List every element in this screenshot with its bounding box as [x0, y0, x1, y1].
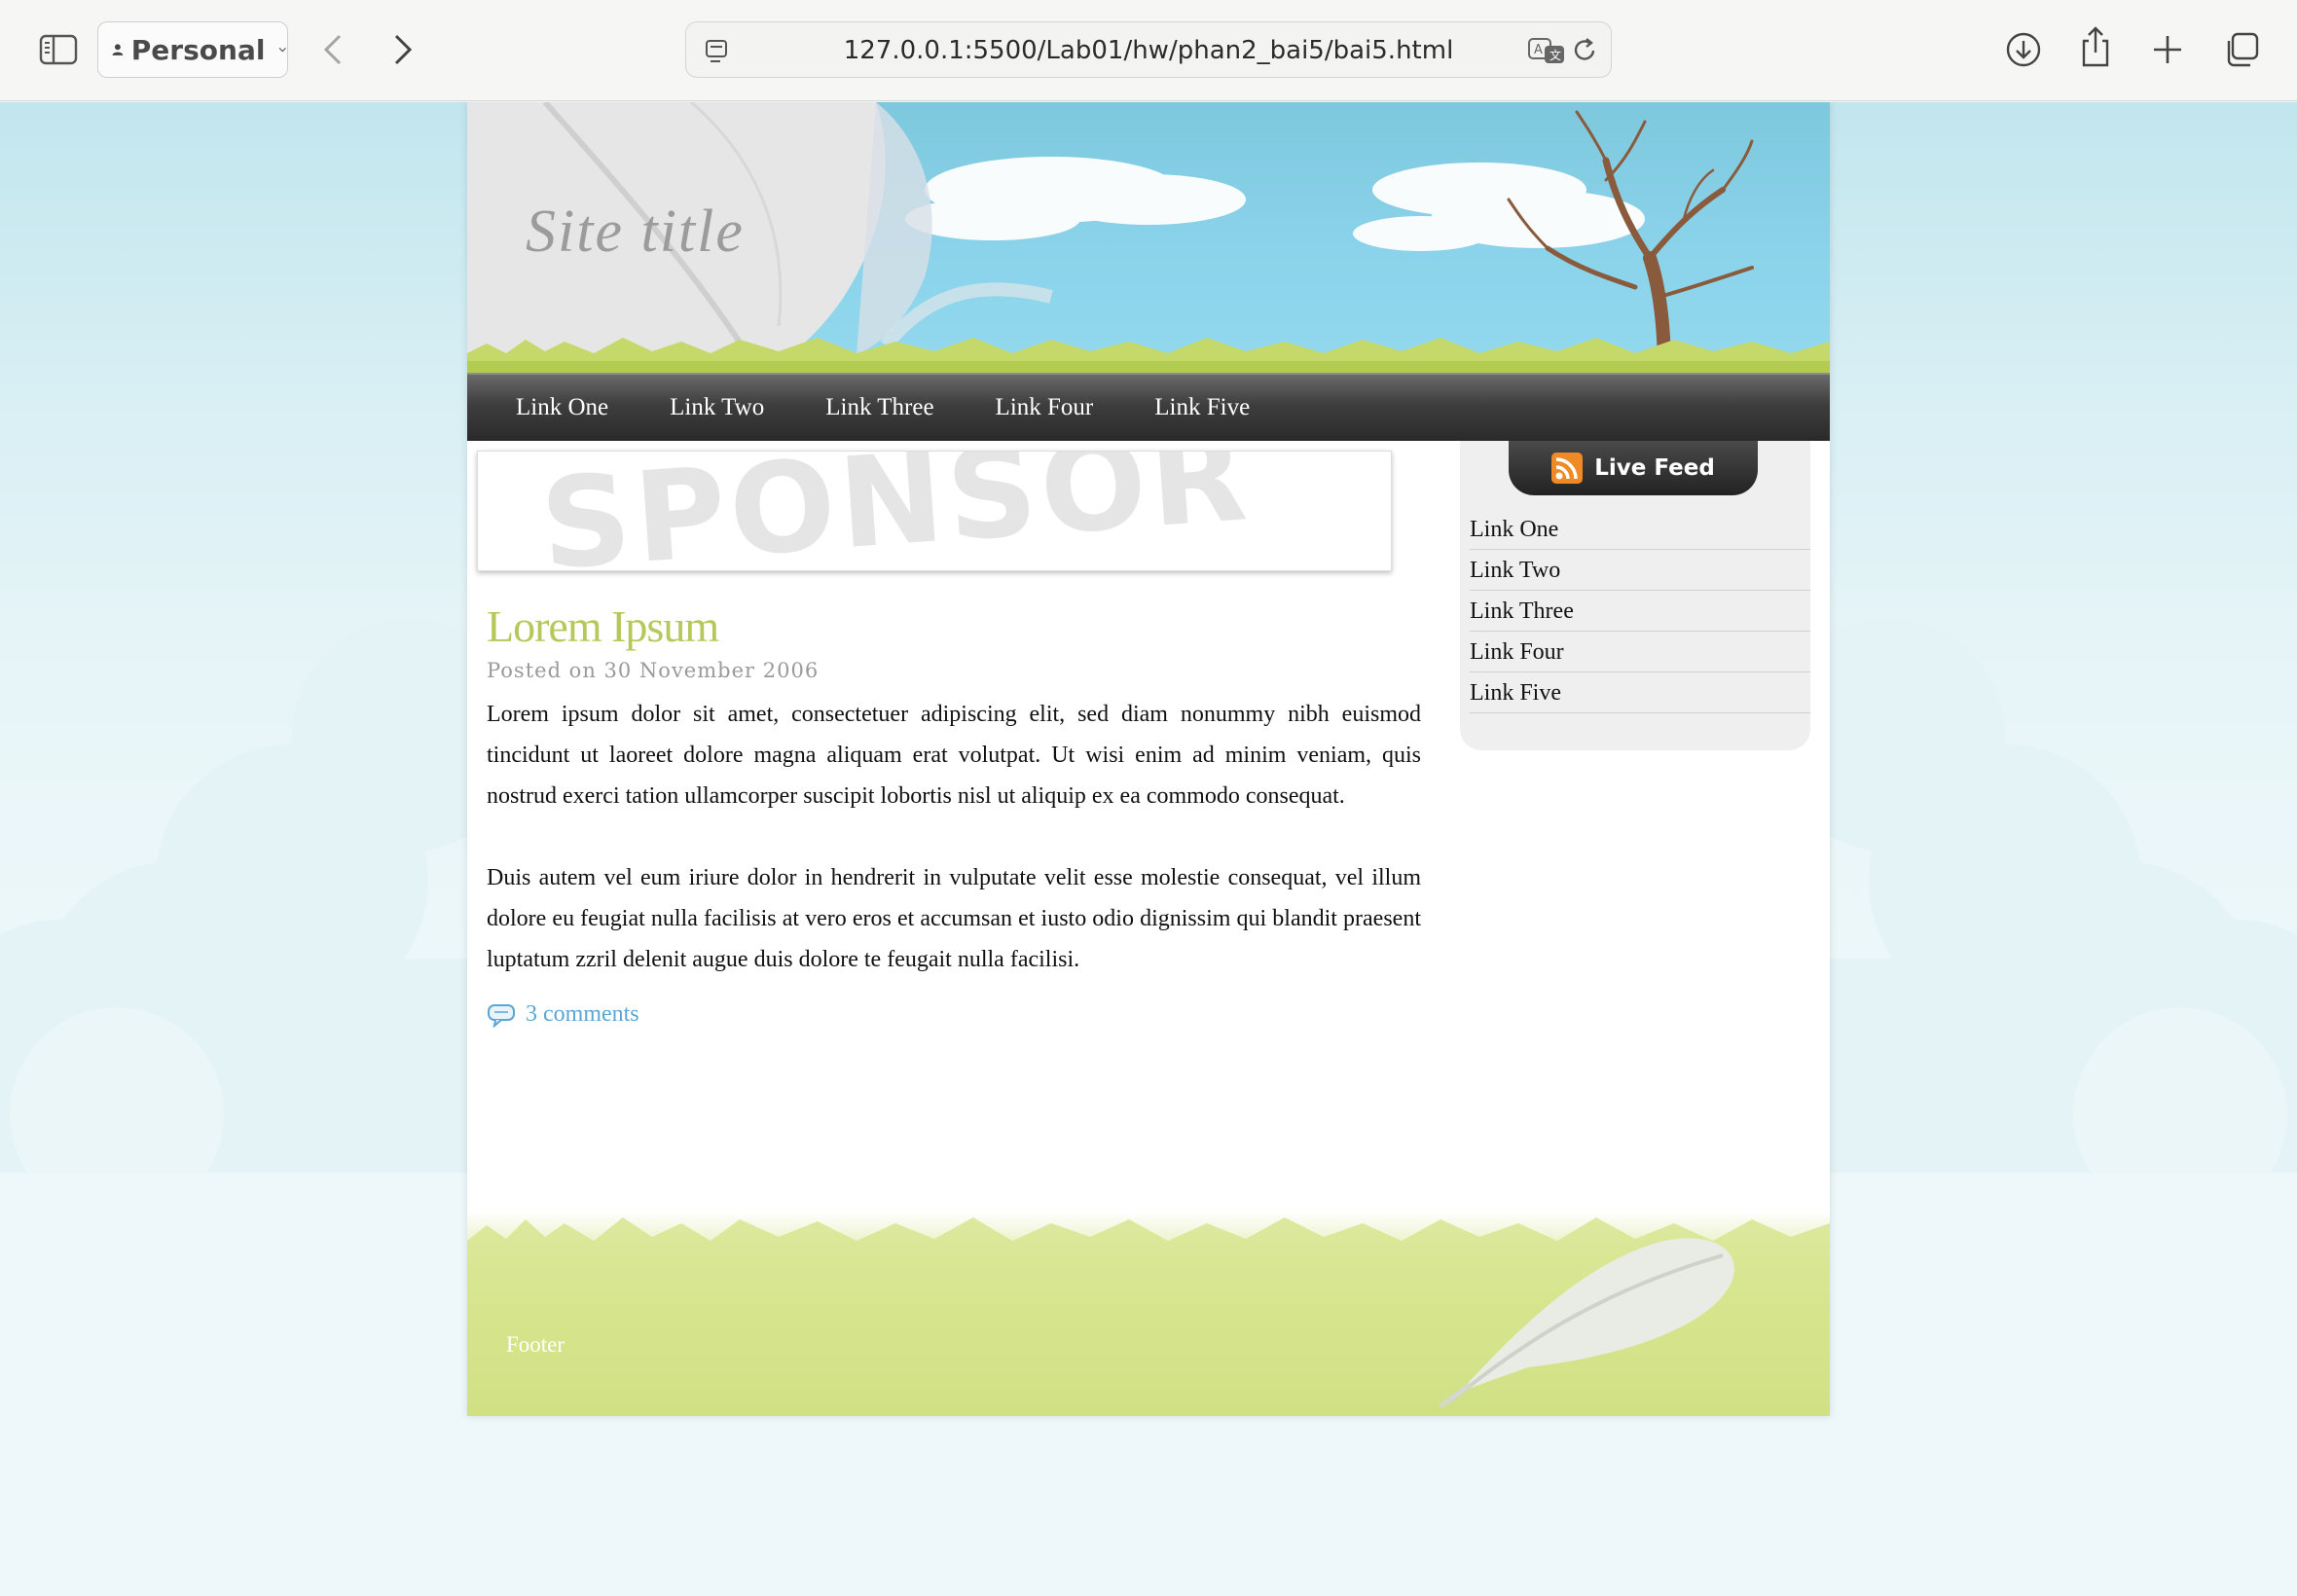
post-date: Posted on 30 November 2006 [487, 659, 820, 682]
rss-icon [1551, 453, 1584, 484]
footer-text: Footer [506, 1332, 565, 1357]
site-header: Site title [467, 102, 1830, 373]
plus-icon[interactable] [2151, 33, 2184, 66]
sidebar-link-two[interactable]: Link Two [1470, 550, 1810, 591]
sponsor-text: SPONSOR [536, 451, 1256, 571]
post-paragraph: Lorem ipsum dolor sit amet, consectetuer… [487, 702, 1421, 809]
site-footer: Footer [467, 1212, 1830, 1416]
translate-icon[interactable]: A文 [1527, 36, 1566, 65]
sidebar: Live Feed Link One Link Two Link Three L… [1460, 441, 1810, 750]
sponsor-banner[interactable]: SPONSOR [477, 451, 1392, 571]
address-bar[interactable]: 127.0.0.1:5500/Lab01/hw/phan2_bai5/bai5.… [685, 21, 1612, 78]
svg-text:A: A [1534, 43, 1543, 57]
post-paragraph: Duis autem vel eum iriure dolor in hendr… [487, 865, 1421, 972]
comment-bubble-icon [488, 1003, 515, 1028]
footer-grass-illustration [467, 1217, 1830, 1416]
nav-link-two[interactable]: Link Two [670, 394, 764, 421]
nav-link-three[interactable]: Link Three [825, 394, 933, 421]
comments-link[interactable]: 3 comments [487, 1001, 639, 1028]
sidebar-link-three[interactable]: Link Three [1470, 591, 1810, 632]
nav-link-four[interactable]: Link Four [996, 394, 1094, 421]
main-navigation: Link One Link Two Link Three Link Four L… [467, 373, 1830, 441]
person-icon [112, 38, 124, 61]
forward-arrow-icon[interactable] [391, 33, 415, 66]
chevron-down-icon [278, 45, 287, 54]
share-icon[interactable] [2079, 25, 2112, 68]
back-arrow-icon[interactable] [321, 33, 345, 66]
sidebar-link-four[interactable]: Link Four [1470, 632, 1810, 672]
comments-label[interactable]: 3 comments [526, 1001, 639, 1028]
page-viewport: Site title Link One Link Two Link Three … [0, 102, 2297, 1596]
sidebar-links: Link One Link Two Link Three Link Four L… [1470, 509, 1810, 713]
tabs-icon[interactable] [2223, 31, 2260, 68]
sidebar-link-one[interactable]: Link One [1470, 509, 1810, 550]
download-icon[interactable] [2005, 31, 2042, 68]
sidebar-link-five[interactable]: Link Five [1470, 672, 1810, 713]
browser-toolbar: Personal 127.0.0.1:5500/Lab01/hw/phan2_b… [0, 0, 2297, 101]
reload-icon[interactable] [1570, 36, 1599, 65]
site-container: Site title Link One Link Two Link Three … [467, 102, 1830, 1416]
site-title[interactable]: Site title [526, 198, 745, 267]
live-feed-button[interactable]: Live Feed [1509, 441, 1758, 495]
post-title[interactable]: Lorem Ipsum [487, 600, 719, 652]
profile-label: Personal [130, 33, 266, 66]
url-text[interactable]: 127.0.0.1:5500/Lab01/hw/phan2_bai5/bai5.… [686, 36, 1611, 65]
svg-text:文: 文 [1550, 48, 1561, 62]
sidebar-icon[interactable] [39, 33, 78, 66]
live-feed-label: Live Feed [1594, 455, 1715, 481]
profile-button[interactable]: Personal [97, 21, 288, 78]
nav-link-one[interactable]: Link One [516, 394, 608, 421]
nav-link-five[interactable]: Link Five [1154, 394, 1250, 421]
